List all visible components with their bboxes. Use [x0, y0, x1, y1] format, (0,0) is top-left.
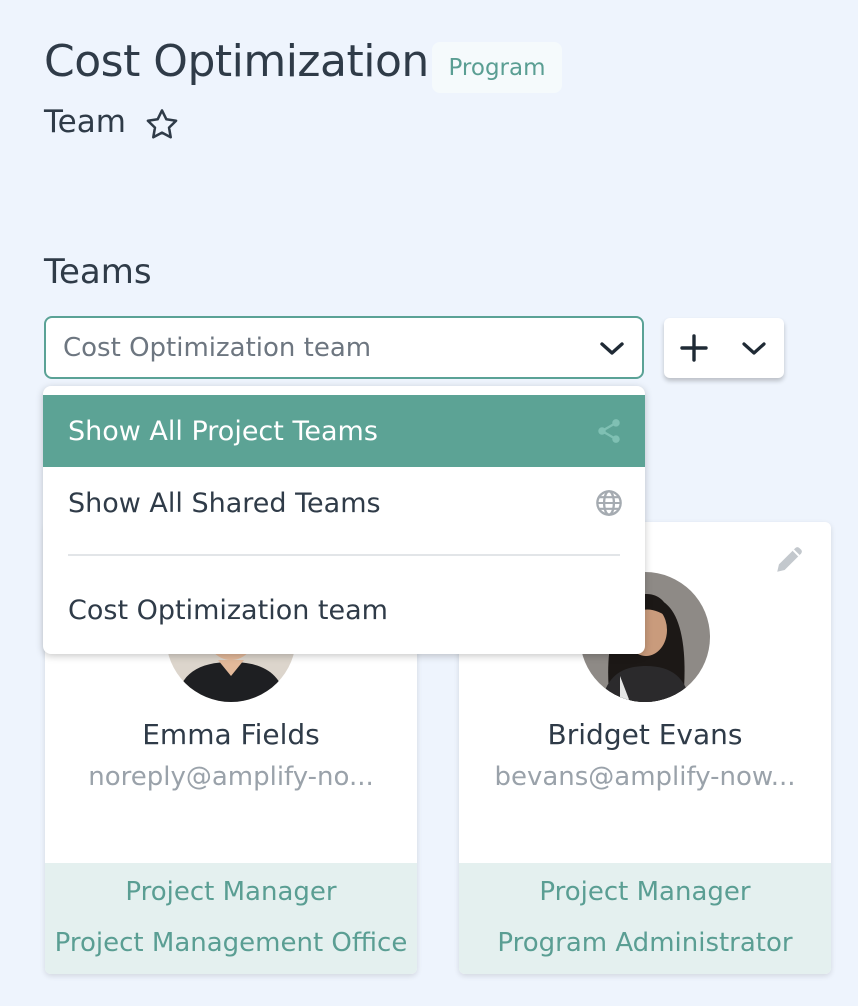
member-role[interactable]: Project Manager [459, 877, 831, 907]
menu-divider [68, 554, 620, 556]
member-email: noreply@amplify-no... [88, 762, 374, 792]
teams-section-label: Teams [44, 252, 152, 292]
member-email: bevans@amplify-now... [494, 762, 796, 792]
menu-item-show-all-project-teams[interactable]: Show All Project Teams [43, 395, 645, 467]
card-footer: Project Manager Program Administrator [459, 863, 831, 974]
program-badge: Program [432, 42, 562, 93]
star-icon[interactable] [143, 106, 181, 144]
globe-icon [596, 490, 622, 516]
add-team-group [664, 318, 784, 378]
add-team-menu-button[interactable] [724, 318, 784, 378]
member-name: Bridget Evans [547, 718, 743, 751]
page-title: Cost Optimization [44, 36, 429, 87]
member-name: Emma Fields [142, 718, 320, 751]
page-subtitle: Team [44, 104, 126, 140]
chevron-down-icon [742, 342, 766, 355]
menu-item-label: Cost Optimization team [68, 594, 388, 626]
pencil-icon[interactable] [773, 542, 807, 576]
team-select-value: Cost Optimization team [63, 332, 372, 363]
card-footer: Project Manager Project Management Offic… [45, 863, 417, 974]
plus-icon [680, 334, 708, 362]
add-team-button[interactable] [664, 318, 724, 378]
member-department[interactable]: Project Management Office [45, 928, 417, 958]
team-dropdown-menu: Show All Project Teams Show All Shared T… [43, 386, 645, 654]
member-role[interactable]: Project Manager [45, 877, 417, 907]
chevron-down-icon [600, 342, 624, 355]
menu-item-label: Show All Project Teams [68, 415, 378, 447]
menu-item-cost-optimization-team[interactable]: Cost Optimization team [43, 574, 645, 646]
team-page: Cost Optimization Program Team Teams Cos… [0, 0, 858, 1006]
menu-item-label: Show All Shared Teams [68, 487, 381, 519]
member-department[interactable]: Program Administrator [459, 928, 831, 958]
menu-item-show-all-shared-teams[interactable]: Show All Shared Teams [43, 467, 645, 539]
team-select[interactable]: Cost Optimization team [44, 316, 644, 379]
share-icon [598, 419, 620, 443]
